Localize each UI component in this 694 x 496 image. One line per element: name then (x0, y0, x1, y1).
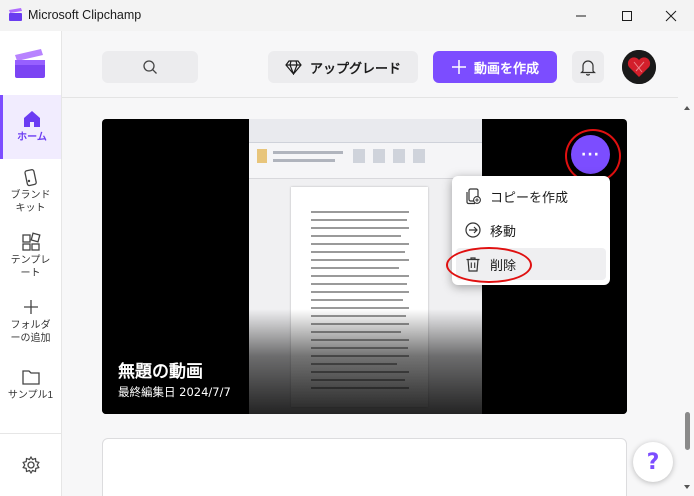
help-label: ? (646, 449, 660, 475)
thumbnail-ribbon-mark (273, 151, 343, 154)
create-video-label: 動画を作成 (473, 61, 539, 77)
sidebar-item-sample[interactable]: サンプル1 (0, 367, 61, 402)
maximize-icon (622, 10, 632, 21)
clipchamp-brand-icon (15, 49, 45, 78)
minimize-icon (576, 15, 586, 16)
sidebar-divider (0, 433, 61, 434)
thumbnail-text-line (311, 251, 405, 253)
upgrade-button[interactable]: アップグレード (268, 51, 418, 83)
sidebar-item-home[interactable]: ホーム (0, 95, 61, 159)
title-bar: Microsoft Clipchamp (0, 0, 694, 31)
sidebar-item-label: ホーム (17, 132, 47, 143)
gear-icon (21, 455, 40, 475)
trash-icon (466, 257, 480, 272)
search-button[interactable] (102, 51, 198, 83)
thumbnail-text-line (311, 299, 403, 301)
copy-icon (466, 188, 481, 205)
menu-item-label: コピーを作成 (490, 190, 569, 206)
sidebar-item-brand-kit[interactable]: ブランド キット (0, 167, 61, 215)
create-video-button[interactable]: 動画を作成 (433, 51, 557, 83)
brand-kit-icon (23, 169, 37, 187)
clipchamp-logo-icon (9, 8, 22, 21)
thumbnail-ribbon-mark (373, 149, 385, 163)
scrollbar-thumb[interactable] (685, 412, 690, 450)
plus-icon (23, 300, 38, 314)
move-icon (465, 222, 481, 238)
menu-item-delete[interactable]: 削除 (456, 248, 606, 280)
menu-item-move[interactable]: 移動 (456, 214, 606, 246)
folder-icon (21, 370, 40, 385)
sidebar-item-label: サンプル1 (7, 390, 54, 401)
thumbnail-text-line (311, 283, 407, 285)
templates-icon (21, 232, 41, 251)
plus-icon (451, 60, 466, 74)
header-divider (62, 97, 678, 98)
thumbnail-ribbon-mark (353, 149, 365, 163)
more-options-button[interactable]: ··· (571, 135, 610, 174)
heart-avatar-icon (622, 50, 656, 84)
sidebar-item-templates[interactable]: テンプレ ート (0, 232, 61, 280)
thumbnail-ribbon-mark (273, 159, 335, 162)
thumbnail-ribbon (249, 143, 482, 179)
thumbnail-text-line (311, 259, 409, 261)
thumbnail-text-line (311, 235, 401, 237)
sidebar-item-label: テンプレ ート (10, 255, 51, 279)
thumbnail-ribbon-mark (393, 149, 405, 163)
sidebar: ホーム ブランド キット テンプレ ート フォルダ ーの追加 サンプル1 (0, 31, 62, 496)
minimize-button[interactable] (558, 0, 604, 31)
menu-item-label: 移動 (490, 224, 517, 240)
video-title: 無題の動画 (118, 362, 203, 382)
context-menu: コピーを作成 移動 削除 (452, 176, 610, 285)
thumbnail-text-line (311, 291, 409, 293)
bell-icon (580, 59, 596, 76)
thumbnail-text-line (311, 243, 409, 245)
avatar[interactable] (622, 50, 656, 84)
video-last-edited: 最終編集日 2024/7/7 (118, 385, 231, 399)
diamond-icon (285, 59, 302, 75)
thumbnail-ribbon-mark (257, 149, 267, 163)
home-icon (24, 111, 40, 127)
app-window: Microsoft Clipchamp ホーム ブランド キット テンプレ ート… (0, 0, 694, 496)
sidebar-item-label: ブランド キット (10, 190, 51, 214)
scroll-up-arrow-icon[interactable] (683, 104, 691, 112)
thumbnail-ribbon-mark (413, 149, 425, 163)
sidebar-item-label: フォルダ ーの追加 (10, 320, 51, 344)
help-button[interactable]: ? (633, 442, 673, 482)
thumbnail-text-line (311, 219, 407, 221)
window-title: Microsoft Clipchamp (28, 8, 142, 22)
menu-item-label: 削除 (490, 258, 517, 274)
upgrade-label: アップグレード (309, 61, 401, 77)
settings-button[interactable] (0, 455, 61, 477)
search-icon (143, 60, 157, 74)
video-card-next[interactable] (102, 438, 627, 496)
scroll-down-arrow-icon[interactable] (683, 483, 691, 491)
close-icon (665, 10, 677, 21)
thumbnail-text-line (311, 227, 409, 229)
sidebar-item-add-folder[interactable]: フォルダ ーの追加 (0, 297, 61, 345)
menu-item-duplicate[interactable]: コピーを作成 (456, 180, 606, 212)
maximize-button[interactable] (604, 0, 650, 31)
thumbnail-text-line (311, 267, 399, 269)
more-options-label: ··· (581, 146, 600, 163)
thumbnail-text-line (311, 275, 409, 277)
thumbnail-text-line (311, 211, 409, 213)
thumbnail-titlebar (249, 119, 482, 143)
close-button[interactable] (648, 0, 694, 31)
notifications-button[interactable] (572, 51, 604, 83)
